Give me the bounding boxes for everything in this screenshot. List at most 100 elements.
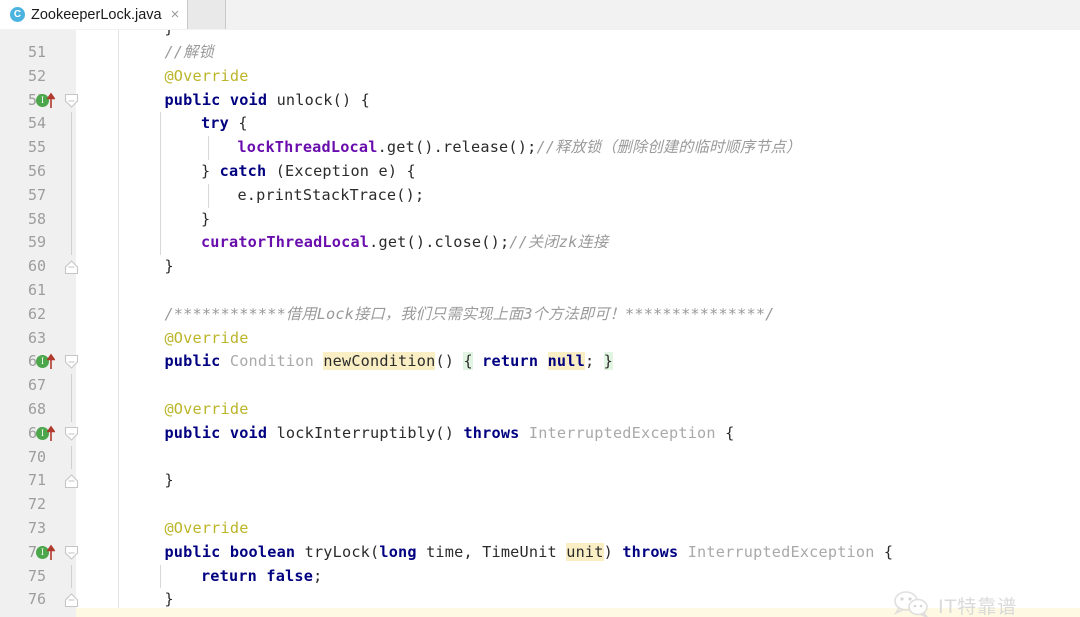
- code-token: /************借用Lock接口，我们只需实现上面3个方法即可！***…: [164, 304, 775, 323]
- code-line[interactable]: 55 lockThreadLocal.get().release();//释放锁（…: [0, 136, 1080, 160]
- fold-collapse-icon[interactable]: [64, 426, 79, 442]
- code-token: unit: [566, 542, 604, 561]
- code-line[interactable]: 53Ipublic void unlock() {: [0, 89, 1080, 113]
- line-number: 52: [27, 66, 46, 85]
- code-token: public: [164, 90, 221, 109]
- code-text: }: [164, 469, 173, 493]
- code-line[interactable]: 71}: [0, 469, 1080, 493]
- code-line[interactable]: 60}: [0, 255, 1080, 279]
- code-token: {: [463, 352, 473, 371]
- code-line[interactable]: 56} catch (Exception e) {: [0, 159, 1080, 184]
- fold-end-icon[interactable]: [64, 473, 79, 489]
- code-line[interactable]: 73 @Override: [0, 517, 1080, 541]
- fold-end-icon[interactable]: [64, 592, 79, 608]
- code-text: public void lockInterruptibly() throws I…: [164, 422, 734, 446]
- code-line[interactable]: 70: [0, 445, 1080, 470]
- indent-guide: [160, 231, 161, 256]
- code-line[interactable]: 58}: [0, 207, 1080, 232]
- code-token: {: [228, 114, 248, 133]
- fold-end-icon[interactable]: [64, 259, 79, 275]
- implementing-method-marker[interactable]: I: [36, 425, 55, 441]
- line-number: 70: [27, 447, 46, 466]
- code-text: curatorThreadLocal.get().close();//关闭zk连…: [201, 231, 608, 255]
- code-token: throws: [463, 423, 520, 442]
- code-token: (): [435, 352, 455, 371]
- fold-collapse-icon[interactable]: [64, 545, 79, 561]
- line-number: 71: [27, 471, 46, 490]
- code-line[interactable]: 64Ipublic Condition newCondition() { ret…: [0, 350, 1080, 374]
- code-editor[interactable]: } 51 //解锁 52 @Override 53Ipublic void unlock(…: [0, 30, 1080, 617]
- code-token: {: [874, 542, 894, 561]
- code-token: public: [164, 423, 221, 442]
- line-number: 55: [27, 138, 46, 157]
- fold-region-line: [71, 159, 72, 184]
- fold-collapse-icon[interactable]: [64, 354, 79, 370]
- code-line[interactable]: }: [0, 30, 1080, 41]
- editor-tab-bar: C ZookeeperLock.java ×: [0, 0, 1080, 31]
- code-token: ): [603, 542, 613, 561]
- code-token: e.printStackTrace();: [237, 185, 425, 204]
- fold-region-line: [71, 374, 72, 398]
- tab-zookeeperlock-java[interactable]: C ZookeeperLock.java ×: [0, 0, 189, 29]
- watermark: IT特靠谱: [893, 582, 1073, 617]
- code-text: e.printStackTrace();: [237, 184, 424, 208]
- line-number: 58: [27, 209, 46, 228]
- code-token: }: [164, 257, 174, 276]
- wechat-icon: [893, 591, 928, 617]
- code-token: ;: [313, 566, 323, 585]
- code-token: false: [266, 566, 314, 585]
- implementing-method-marker[interactable]: I: [36, 353, 55, 370]
- code-line[interactable]: 51 //解锁: [0, 41, 1080, 65]
- line-number: 56: [27, 161, 46, 180]
- close-icon[interactable]: ×: [171, 6, 180, 23]
- code-token: catch: [219, 161, 267, 180]
- fold-region-line: [71, 136, 72, 160]
- code-line[interactable]: 52 @Override: [0, 65, 1080, 89]
- watermark-text: IT特靠谱: [938, 595, 1018, 617]
- code-line[interactable]: 59 curatorThreadLocal.get().close();//关闭z…: [0, 231, 1080, 256]
- code-token: time, TimeUnit: [416, 542, 567, 561]
- code-line[interactable]: 72: [0, 493, 1080, 517]
- code-line[interactable]: 62 /************借用Lock接口，我们只需实现上面3个方法即可！*…: [0, 303, 1080, 327]
- code-token: void: [229, 423, 268, 442]
- code-text: //解锁: [164, 41, 213, 65]
- code-token: lockInterruptibly(): [276, 423, 455, 442]
- code-text: public Condition newCondition() { return…: [164, 350, 613, 374]
- overriding-arrow-icon: [47, 353, 55, 370]
- code-token: //解锁: [164, 43, 214, 61]
- code-line[interactable]: 57 e.printStackTrace();: [0, 183, 1080, 208]
- code-token: Condition: [229, 352, 314, 371]
- code-line[interactable]: 68 @Override: [0, 397, 1080, 422]
- code-line[interactable]: 69Ipublic void lockInterruptibly() throw…: [0, 422, 1080, 446]
- code-token: //关闭zk连接: [509, 233, 609, 252]
- code-token: tryLock(: [304, 542, 380, 561]
- fold-region-line: [71, 445, 72, 470]
- code-line[interactable]: 63 @Override: [0, 327, 1080, 351]
- code-text: @Override: [164, 327, 248, 351]
- implementing-method-marker[interactable]: I: [36, 92, 55, 108]
- code-token: }: [200, 161, 220, 180]
- implementing-method-marker[interactable]: I: [36, 544, 55, 560]
- fold-collapse-icon[interactable]: [64, 93, 79, 109]
- line-number: 68: [27, 399, 46, 418]
- code-text: lockThreadLocal.get().release();//释放锁（删除…: [237, 136, 801, 160]
- code-token: long: [379, 542, 417, 561]
- code-line[interactable]: 74Ipublic boolean tryLock(long time, Tim…: [0, 541, 1080, 565]
- code-token: (Exception e) {: [266, 161, 416, 180]
- code-token: boolean: [229, 542, 296, 561]
- overriding-arrow-icon: [47, 92, 55, 108]
- code-text: /************借用Lock接口，我们只需实现上面3个方法即可！***…: [164, 303, 774, 327]
- code-line[interactable]: 67: [0, 374, 1080, 398]
- code-line[interactable]: 61: [0, 279, 1080, 303]
- fold-region-line: [71, 183, 72, 208]
- code-lines: } 51 //解锁 52 @Override 53Ipublic void unlock(…: [0, 30, 1080, 617]
- code-text: }: [164, 255, 173, 279]
- fold-region-line: [71, 112, 72, 137]
- code-token: InterruptedException: [687, 542, 875, 561]
- code-line[interactable]: 54 try {: [0, 112, 1080, 137]
